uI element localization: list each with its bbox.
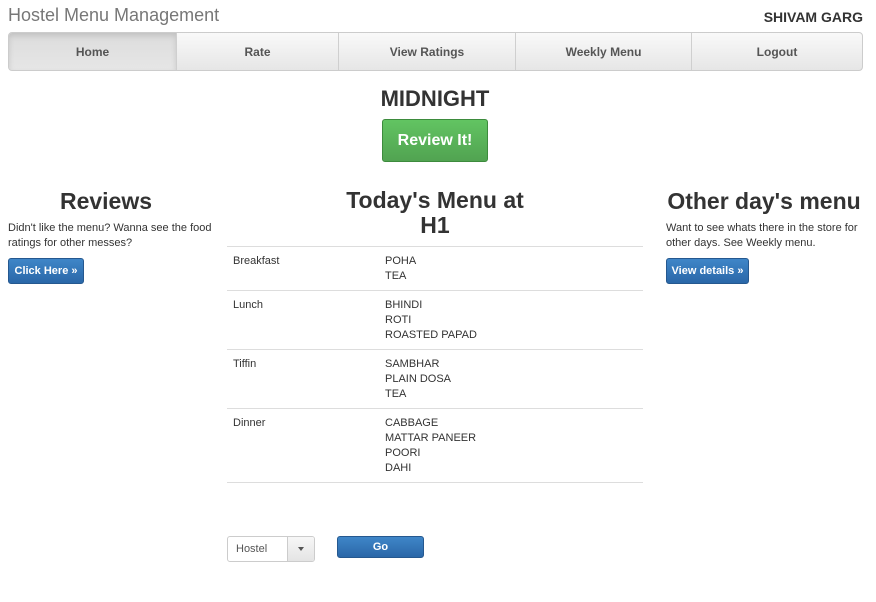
menu-heading: Today's Menu at H1 bbox=[346, 187, 524, 238]
other-days-text: Want to see whats there in the store for… bbox=[666, 222, 858, 249]
app-brand[interactable]: Hostel Menu Management bbox=[8, 5, 219, 26]
view-details-button[interactable]: View details » bbox=[666, 258, 749, 284]
nav-logout[interactable]: Logout bbox=[692, 33, 862, 70]
menu-items: CABBAGE MATTAR PANEER POORI DAHI bbox=[385, 416, 476, 476]
select-caret-button[interactable] bbox=[287, 537, 314, 561]
reviews-heading: Reviews bbox=[59, 188, 153, 214]
reviews-click-here-button[interactable]: Click Here » bbox=[8, 258, 84, 284]
menu-row: Lunch BHINDI ROTI ROASTED PAPAD bbox=[227, 291, 643, 350]
menu-meal-name: Dinner bbox=[233, 417, 266, 429]
reviews-text: Didn't like the menu? Wanna see the food… bbox=[8, 222, 212, 249]
user-name: SHIVAM GARG bbox=[763, 9, 863, 25]
menu-item: MATTAR PANEER bbox=[385, 432, 477, 444]
menu-items: POHA TEA bbox=[385, 254, 416, 284]
review-it-button[interactable]: Review It! bbox=[382, 119, 488, 162]
menu-meal-name: Breakfast bbox=[233, 255, 280, 267]
menu-item: ROASTED PAPAD bbox=[385, 329, 477, 341]
hostel-select[interactable]: Hostel bbox=[227, 536, 315, 562]
menu-table: Breakfast POHA TEA Lunch BHINDI ROTI ROASTED P… bbox=[227, 246, 643, 483]
menu-item: DAHI bbox=[385, 462, 412, 474]
menu-item: BHINDI bbox=[385, 299, 423, 311]
menu-item: CABBAGE bbox=[385, 417, 439, 429]
menu-item: ROTI bbox=[385, 314, 412, 326]
menu-items: BHINDI ROTI ROASTED PAPAD bbox=[385, 298, 477, 343]
main-navbar: Home Rate View Ratings Weekly Menu Logou… bbox=[8, 32, 863, 71]
menu-row: Dinner CABBAGE MATTAR PANEER POORI DAHI bbox=[227, 409, 643, 483]
menu-meal-name: Lunch bbox=[233, 299, 263, 311]
menu-item: TEA bbox=[385, 388, 407, 400]
menu-item: POHA bbox=[385, 255, 417, 267]
nav-rate[interactable]: Rate bbox=[177, 33, 339, 70]
nav-view-ratings[interactable]: View Ratings bbox=[339, 33, 516, 70]
chevron-down-icon bbox=[298, 547, 304, 551]
other-days-heading: Other day's menu bbox=[667, 188, 861, 214]
nav-home[interactable]: Home bbox=[9, 33, 177, 70]
menu-meal-name: Tiffin bbox=[233, 358, 257, 370]
go-button[interactable]: Go bbox=[337, 536, 424, 558]
menu-item: SAMBHAR bbox=[385, 358, 440, 370]
menu-item: TEA bbox=[385, 270, 407, 282]
nav-weekly-menu[interactable]: Weekly Menu bbox=[516, 33, 692, 70]
menu-row: Tiffin SAMBHAR PLAIN DOSA TEA bbox=[227, 350, 643, 409]
hostel-select-value: Hostel bbox=[236, 543, 268, 555]
menu-items: SAMBHAR PLAIN DOSA TEA bbox=[385, 357, 451, 402]
menu-item: PLAIN DOSA bbox=[385, 373, 452, 385]
menu-item: POORI bbox=[385, 447, 421, 459]
current-meal-title: MIDNIGHT bbox=[380, 86, 490, 111]
menu-row: Breakfast POHA TEA bbox=[227, 247, 643, 291]
